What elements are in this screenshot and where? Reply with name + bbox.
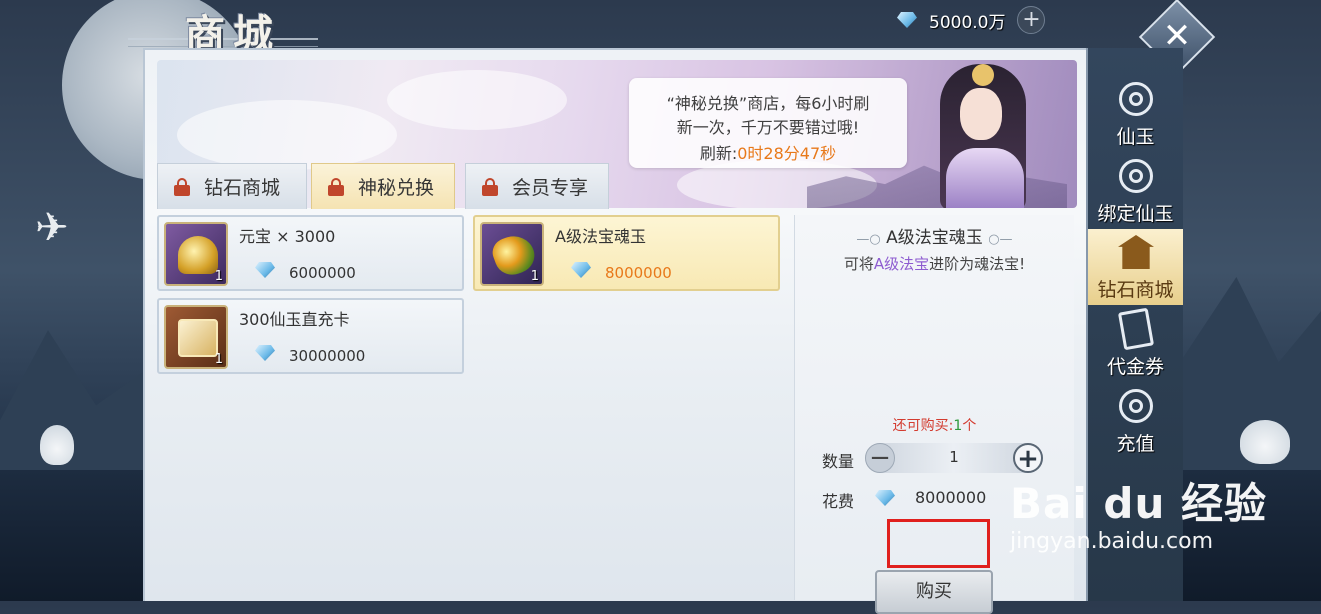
recharge-card-icon [178, 319, 218, 357]
refresh-timer: 刷新:0时28分47秒 [699, 144, 837, 163]
item-name: 元宝 × 3000 [239, 227, 336, 246]
lotus-icon [1240, 420, 1290, 464]
add-currency-button[interactable]: + [1017, 6, 1046, 34]
jade-coin-icon [1119, 82, 1153, 116]
item-name: 300仙玉直充卡 [239, 310, 350, 329]
bound-jade-icon [1119, 159, 1153, 193]
watermark-brand: Bai du 经验 [1010, 479, 1267, 528]
sidebar-item-label: 绑定仙玉 [1097, 203, 1174, 225]
decrease-quantity-button[interactable]: − [865, 443, 895, 473]
crane-icon: ✈ [35, 205, 69, 251]
item-count: 1 [214, 269, 223, 284]
tab-label: 会员专享 [512, 177, 589, 199]
detail-title: —○ A级法宝魂玉 ○— [856, 228, 1013, 248]
tab-diamond-shop[interactable]: 钻石商城 [157, 163, 307, 209]
item-price: 8000000 [605, 264, 672, 282]
cost-label: 花费 [822, 492, 855, 511]
item-thumbnail: 1 [164, 222, 228, 286]
lotus-icon [40, 425, 74, 465]
voucher-icon [1117, 307, 1155, 351]
item-count: 1 [214, 352, 223, 367]
sidebar-item-xianyu[interactable]: 仙玉 [1088, 76, 1183, 152]
tab-vip-exclusive[interactable]: 会员专享 [465, 163, 609, 209]
diamond-icon [255, 345, 275, 361]
shop-item[interactable]: 1 300仙玉直充卡 30000000 [157, 298, 464, 374]
baidu-watermark: Bai du 经验 jingyan.baidu.com [1010, 470, 1267, 554]
watermark-url: jingyan.baidu.com [1010, 529, 1214, 554]
sidebar-item-label: 充值 [1116, 433, 1155, 455]
sidebar-item-label: 仙玉 [1116, 126, 1155, 148]
diamond-icon [897, 12, 917, 28]
npc-portrait [922, 60, 1042, 208]
buy-button[interactable]: 购买 [875, 570, 993, 614]
tab-label: 神秘兑换 [358, 177, 435, 199]
lock-icon [174, 177, 190, 196]
diamond-icon [255, 262, 275, 278]
item-price: 30000000 [289, 347, 366, 365]
sidebar-item-diamond-shop[interactable]: 钻石商城 [1088, 229, 1183, 305]
sidebar-item-bound-xianyu[interactable]: 绑定仙玉 [1088, 153, 1183, 229]
shop-panel: “神秘兑换”商店，每6小时刷 新一次，千万不要错过哦! 刷新:0时28分47秒 … [143, 48, 1088, 614]
item-name: A级法宝魂玉 [555, 227, 646, 246]
quantity-label: 数量 [822, 452, 855, 471]
refresh-countdown: 0时28分47秒 [737, 144, 837, 163]
shop-icon [1118, 235, 1154, 269]
item-count: 1 [530, 269, 539, 284]
currency-value: 5000.0万 [929, 12, 1006, 33]
sidebar-item-label: 代金券 [1106, 356, 1164, 378]
lock-icon [328, 177, 344, 196]
tab-label: 钻石商城 [204, 177, 281, 199]
item-price: 6000000 [289, 264, 356, 282]
cost-value: 8000000 [915, 488, 987, 507]
lock-icon [482, 177, 498, 196]
recharge-icon [1119, 389, 1153, 423]
banner-text-line1: “神秘兑换”商店，每6小时刷 [666, 94, 870, 113]
gold-ingot-icon [178, 236, 218, 274]
purchase-limit: 还可购买:1个 [892, 418, 977, 434]
sidebar-item-voucher[interactable]: 代金券 [1088, 306, 1183, 382]
currency-display: 5000.0万 + [897, 6, 1046, 34]
item-thumbnail: 1 [164, 305, 228, 369]
detail-description: 可将A级法宝进阶为魂法宝! [843, 255, 1026, 273]
sidebar-item-recharge[interactable]: 充值 [1088, 383, 1183, 459]
item-grid: 1 元宝 × 3000 6000000 1 A级法宝魂玉 8000000 1 3… [157, 215, 785, 600]
sidebar-item-label: 钻石商城 [1097, 279, 1174, 301]
tab-mystery-exchange[interactable]: 神秘兑换 [311, 163, 455, 209]
diamond-icon [875, 490, 895, 506]
diamond-icon [571, 262, 591, 278]
item-thumbnail: 1 [480, 222, 544, 286]
banner-text-line2: 新一次，千万不要错过哦! [676, 118, 860, 137]
banner-speech-bubble: “神秘兑换”商店，每6小时刷 新一次，千万不要错过哦! 刷新:0时28分47秒 [629, 78, 907, 168]
shop-item-selected[interactable]: 1 A级法宝魂玉 8000000 [473, 215, 780, 291]
quantity-stepper: 1 − + [865, 443, 1043, 473]
increase-quantity-button[interactable]: + [1013, 443, 1043, 473]
shop-item[interactable]: 1 元宝 × 3000 6000000 [157, 215, 464, 291]
